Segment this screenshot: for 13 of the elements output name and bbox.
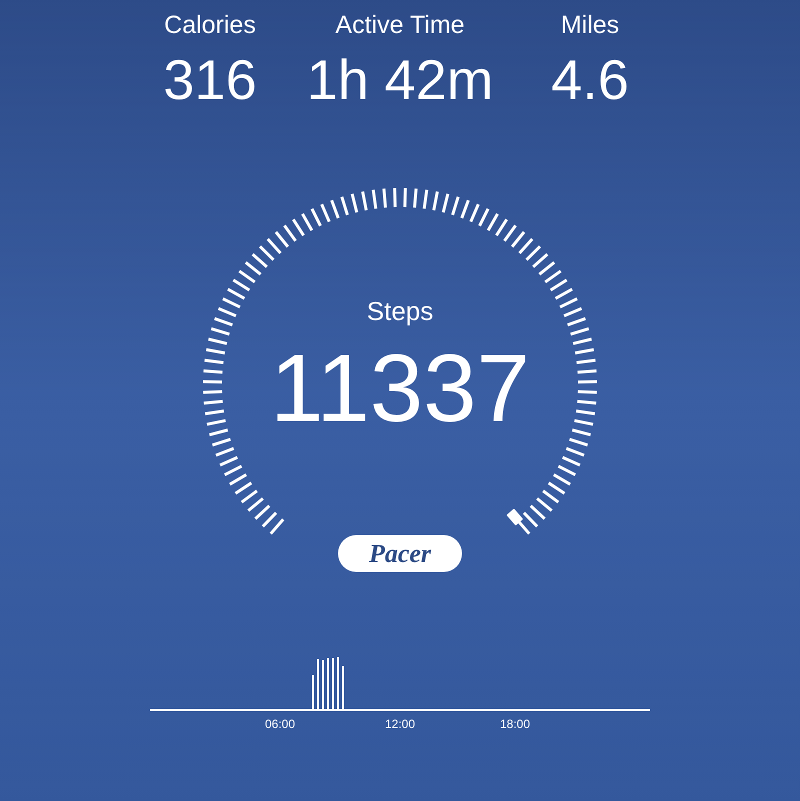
stat-label: Active Time: [335, 10, 465, 40]
stat-value: 1h 42m: [306, 48, 494, 112]
stat-value: 4.6: [551, 48, 629, 112]
steps-label: Steps: [366, 295, 434, 327]
stat-label: Calories: [164, 10, 256, 40]
time-label: 18:00: [500, 717, 530, 731]
brand-logo: Pacer: [368, 538, 432, 568]
time-label: 12:00: [384, 717, 416, 731]
stat-value: 316: [163, 48, 257, 112]
activity-bars-drawing: [312, 657, 344, 710]
steps-count: 11337: [270, 339, 530, 439]
time-label: 06:00: [264, 717, 296, 731]
stat-label: Miles: [560, 10, 620, 40]
